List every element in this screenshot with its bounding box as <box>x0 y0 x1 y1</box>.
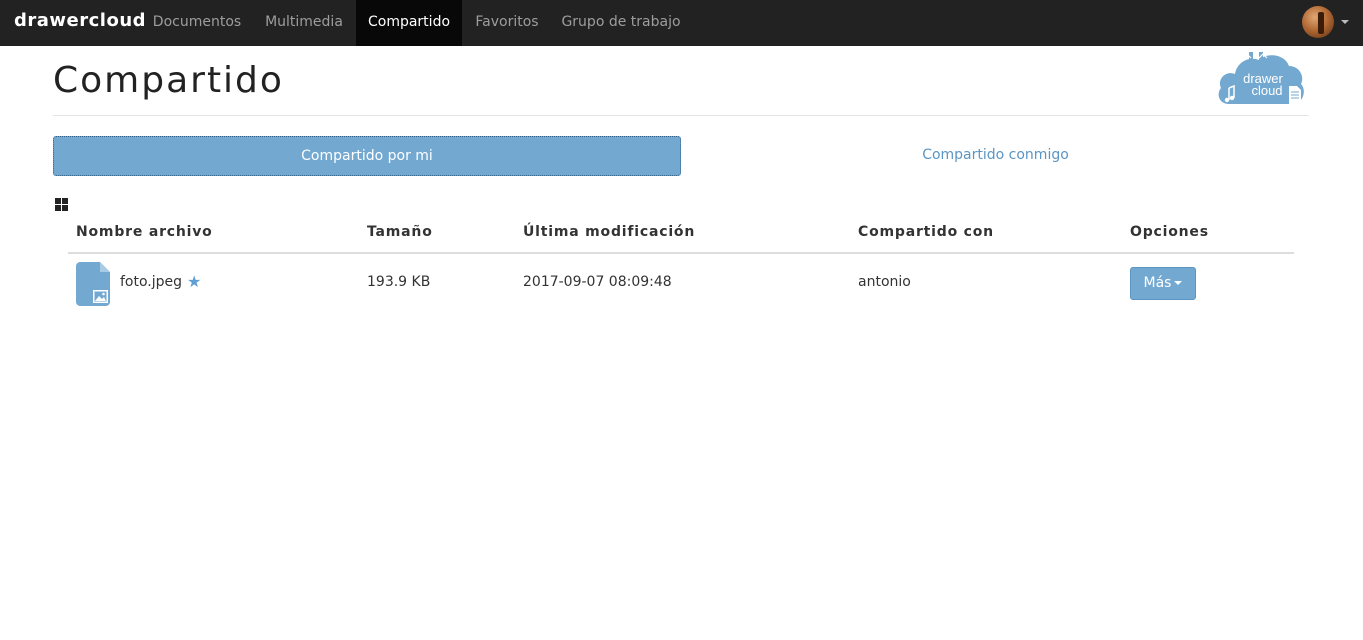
more-options-button[interactable]: Más <box>1130 267 1196 300</box>
caret-down-icon <box>1174 281 1183 285</box>
caret-down-icon[interactable] <box>1341 20 1349 24</box>
avatar[interactable] <box>1302 6 1334 38</box>
column-header-nombre-archivo[interactable]: Nombre archivo <box>76 224 213 240</box>
user-menu[interactable] <box>1302 6 1352 38</box>
tab-compartido-conmigo[interactable]: Compartido conmigo <box>682 136 1309 176</box>
navbar: drawercloud Documentos Multimedia Compar… <box>0 0 1363 46</box>
shared-with-user: antonio <box>858 274 911 290</box>
nav-item-compartido[interactable]: Compartido <box>356 0 462 46</box>
header-divider <box>53 115 1309 116</box>
nav-item-grupo-de-trabajo[interactable]: Grupo de trabajo <box>552 0 690 46</box>
nav-item-documentos[interactable]: Documentos <box>142 0 252 46</box>
table-header-divider <box>68 252 1294 254</box>
logo-text-line2: cloud <box>1251 83 1282 98</box>
page-title: Compartido <box>53 60 284 101</box>
column-header-tamano[interactable]: Tamaño <box>367 224 433 240</box>
brand-logo[interactable]: drawercloud <box>14 10 146 31</box>
file-size: 193.9 KB <box>367 274 431 290</box>
nav-item-favoritos[interactable]: Favoritos <box>462 0 552 46</box>
nav-item-multimedia[interactable]: Multimedia <box>252 0 356 46</box>
column-header-compartido-con[interactable]: Compartido con <box>858 224 994 240</box>
column-header-opciones: Opciones <box>1130 224 1209 240</box>
grid-view-icon[interactable] <box>55 198 68 211</box>
tab-compartido-por-mi[interactable]: Compartido por mi <box>53 136 681 176</box>
image-file-icon[interactable] <box>76 262 110 306</box>
drawercloud-logo-icon: drawer cloud <box>1218 52 1304 104</box>
star-icon[interactable]: ★ <box>187 272 201 291</box>
file-name-link[interactable]: foto.jpeg <box>120 274 182 290</box>
more-options-label: Más <box>1143 275 1172 291</box>
file-modified-date: 2017-09-07 08:09:48 <box>523 274 672 290</box>
column-header-ultima-modificacion[interactable]: Última modificación <box>523 224 695 240</box>
